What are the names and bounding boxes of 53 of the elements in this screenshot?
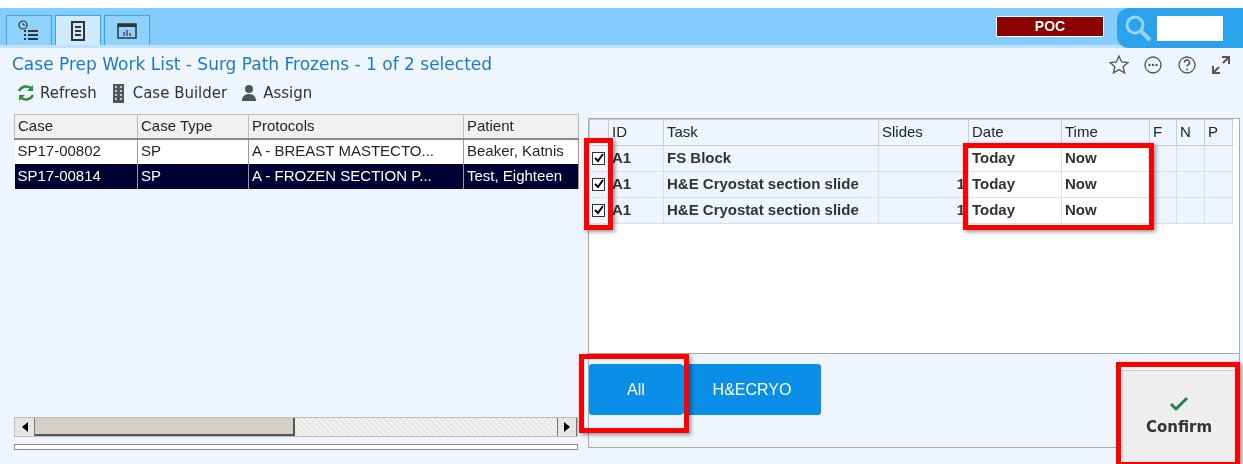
table-cell: Now bbox=[1065, 201, 1097, 219]
table-cell: Today bbox=[972, 149, 1016, 167]
nav-tab[interactable] bbox=[104, 15, 150, 45]
toolbar-button[interactable]: Case Builder bbox=[108, 81, 228, 105]
table-cell: H&E Cryostat section slide bbox=[667, 201, 859, 219]
help-icon[interactable] bbox=[1177, 55, 1197, 75]
scrollbar[interactable] bbox=[14, 416, 578, 437]
column-header[interactable]: Patient bbox=[463, 114, 579, 139]
table-cell: Beaker, Katnis bbox=[463, 138, 579, 164]
confirm-button[interactable]: Confirm bbox=[1122, 370, 1236, 464]
table-cell: A1 bbox=[612, 149, 632, 167]
toolbar-button[interactable]: Assign bbox=[239, 81, 313, 105]
page-title: Case Prep Work List - Surg Path Frozens - 1 of 2 selected bbox=[12, 53, 493, 77]
table-cell: SP bbox=[137, 138, 249, 164]
table-cell: Now bbox=[1065, 149, 1097, 167]
environment-label: POC bbox=[996, 16, 1104, 37]
table-cell: A - FROZEN SECTION P... bbox=[248, 163, 464, 189]
search-field[interactable] bbox=[1157, 15, 1223, 41]
check-icon bbox=[593, 205, 604, 216]
table-cell: SP bbox=[137, 163, 249, 189]
column-header[interactable]: ID bbox=[612, 123, 627, 141]
left-arrow-icon bbox=[20, 421, 29, 432]
table-cell: SP17-00802 bbox=[14, 138, 138, 164]
check-icon bbox=[593, 179, 604, 190]
checkbox[interactable] bbox=[592, 151, 605, 165]
table-cell: Test, Eighteen bbox=[463, 163, 579, 189]
table-cell: Now bbox=[1065, 175, 1097, 193]
check-icon bbox=[593, 153, 604, 164]
column-header[interactable]: Task bbox=[667, 123, 698, 141]
nav-tab[interactable] bbox=[6, 15, 52, 45]
table-cell: A - BREAST MASTECTO... bbox=[248, 138, 464, 164]
refresh-icon bbox=[16, 83, 36, 103]
table-cell: SP17-00814 bbox=[14, 163, 138, 189]
expand-icon[interactable] bbox=[1211, 55, 1231, 75]
search-icon bbox=[1123, 13, 1153, 43]
check-icon bbox=[1169, 395, 1189, 412]
column-header[interactable]: Case Type bbox=[137, 114, 249, 139]
star-icon[interactable] bbox=[1109, 55, 1129, 75]
table-cell: A1 bbox=[612, 175, 632, 193]
more-icon[interactable] bbox=[1143, 55, 1163, 75]
table-cell: Today bbox=[972, 201, 1016, 219]
table-cell: FS Block bbox=[667, 149, 732, 167]
right-arrow-icon bbox=[563, 421, 571, 432]
toolbar-button[interactable]: Refresh bbox=[16, 81, 97, 105]
nav-tab[interactable] bbox=[55, 15, 101, 45]
checkbox[interactable] bbox=[592, 177, 605, 191]
column-header[interactable]: Case bbox=[14, 114, 138, 139]
table-cell: Today bbox=[972, 175, 1016, 193]
column-header[interactable]: Protocols bbox=[248, 114, 464, 139]
table-cell: A1 bbox=[612, 201, 632, 219]
clock-list-icon bbox=[18, 19, 40, 42]
table-cell: H&E Cryostat section slide bbox=[667, 175, 859, 193]
checkbox[interactable] bbox=[592, 203, 605, 217]
